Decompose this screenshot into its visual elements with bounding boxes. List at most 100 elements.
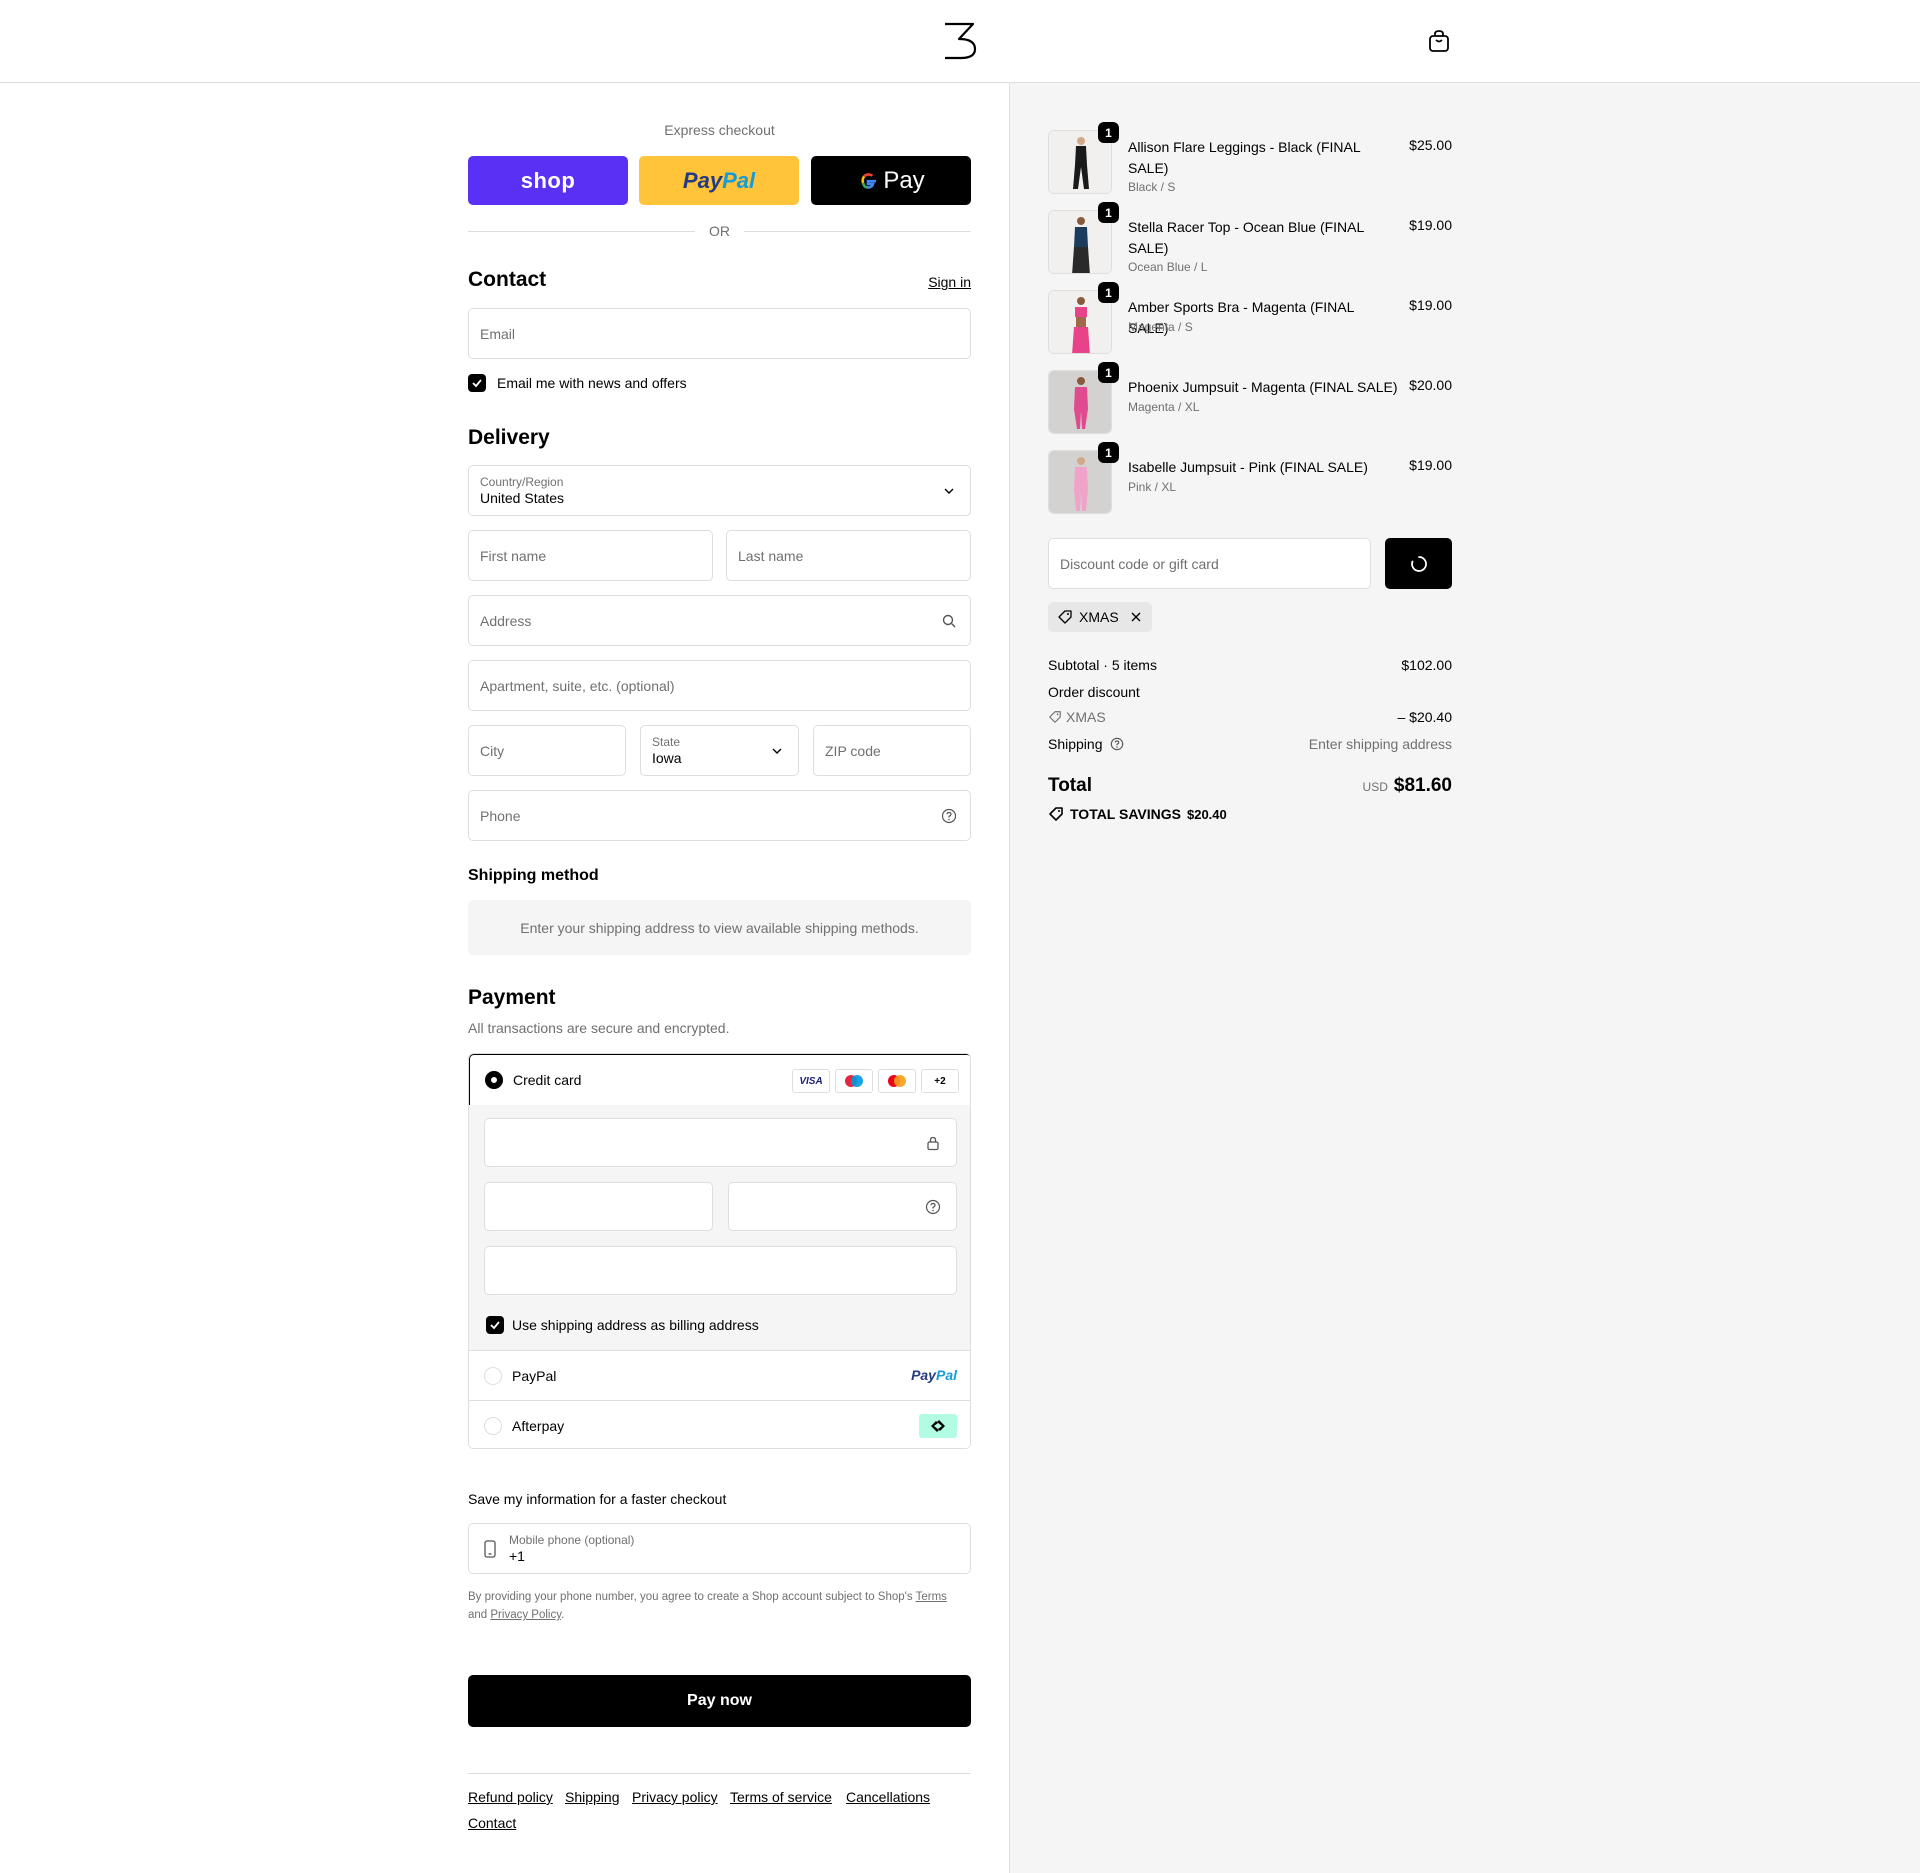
last-name-field[interactable]: Last name — [726, 530, 971, 581]
savings-label: TOTAL SAVINGS — [1070, 806, 1181, 822]
chevron-down-icon — [772, 748, 782, 754]
tag-icon — [1058, 610, 1072, 624]
header — [0, 0, 1920, 83]
quantity-badge: 1 — [1098, 442, 1119, 463]
applied-discount-chip: XMAS — [1048, 602, 1152, 632]
first-name-field[interactable]: First name — [468, 530, 713, 581]
item-variant: Black / S — [1128, 180, 1176, 194]
credit-card-radio[interactable] — [485, 1071, 503, 1089]
afterpay-option[interactable]: Afterpay — [469, 1400, 970, 1448]
currency-code: USD — [1362, 780, 1388, 794]
paypal-option[interactable]: PayPal PayPal — [469, 1350, 970, 1400]
quantity-badge: 1 — [1098, 362, 1119, 383]
more-cards-text: +2 — [934, 1075, 946, 1087]
privacy-policy-footer-link[interactable]: Privacy policy — [632, 1789, 718, 1805]
mobile-phone-field[interactable]: Mobile phone (optional) +1 — [468, 1523, 971, 1574]
apartment-field[interactable]: Apartment, suite, etc. (optional) — [468, 660, 971, 711]
terms-link[interactable]: Terms — [916, 1591, 947, 1603]
afterpay-logo-icon — [919, 1414, 957, 1438]
shipping-method-heading: Shipping method — [468, 867, 599, 884]
visa-icon: VISA — [792, 1069, 830, 1093]
shipping-policy-link[interactable]: Shipping — [565, 1789, 620, 1805]
google-pay-button[interactable]: Pay — [811, 156, 971, 205]
paypal-radio[interactable] — [484, 1367, 502, 1385]
discount-code-row: XMAS – $20.40 — [1048, 709, 1452, 725]
paypal-logo-icon: PayPal — [911, 1367, 957, 1383]
card-number-field[interactable] — [484, 1118, 957, 1167]
help-circle-icon[interactable] — [941, 808, 957, 824]
state-select[interactable]: State Iowa — [640, 725, 799, 776]
item-variant: Magenta / S — [1128, 320, 1193, 334]
privacy-policy-link[interactable]: Privacy Policy — [490, 1609, 561, 1621]
email-placeholder: Email — [480, 325, 516, 342]
phone-field[interactable]: Phone — [468, 790, 971, 841]
terms-of-service-link[interactable]: Terms of service — [730, 1789, 832, 1805]
paypal-logo-part-1: Pay — [682, 167, 723, 193]
tag-icon — [1049, 711, 1061, 723]
total-amount: USD $81.60 — [1363, 775, 1452, 797]
item-variant: Ocean Blue / L — [1128, 260, 1208, 274]
more-cards-badge: +2 — [921, 1069, 959, 1093]
shop-pay-button[interactable]: shop — [468, 156, 628, 205]
item-name: Allison Flare Leggings - Black (FINAL SA… — [1128, 139, 1361, 176]
paypal-logo-part-2: Pal — [722, 167, 756, 193]
loading-spinner-icon — [1410, 555, 1427, 572]
billing-checkbox[interactable] — [486, 1316, 504, 1334]
payment-subtitle: All transactions are secure and encrypte… — [468, 1020, 730, 1036]
save-info-heading: Save my information for a faster checkou… — [468, 1491, 727, 1507]
discount-code-field[interactable]: Discount code or gift card — [1048, 538, 1371, 589]
security-code-field[interactable] — [728, 1182, 957, 1231]
name-on-card-field[interactable] — [484, 1246, 957, 1295]
paypal-logo-text-1: Pay — [911, 1367, 936, 1383]
help-circle-icon[interactable] — [1110, 737, 1124, 751]
apartment-placeholder: Apartment, suite, etc. (optional) — [480, 677, 675, 694]
refund-policy-link[interactable]: Refund policy — [468, 1789, 553, 1805]
discount-code-label: XMAS — [1066, 709, 1106, 725]
legal-text: By providing your phone number, you agre… — [468, 1591, 913, 1603]
total-savings: TOTAL SAVINGS $20.40 — [1048, 806, 1227, 822]
visa-badge-text: VISA — [799, 1075, 823, 1087]
paypal-express-button[interactable]: Pay Pal — [639, 156, 799, 205]
address-placeholder: Address — [480, 612, 532, 629]
brand-logo-icon[interactable] — [939, 20, 981, 60]
credit-card-label: Credit card — [513, 1072, 582, 1088]
sign-in-link[interactable]: Sign in — [928, 274, 971, 290]
mobile-phone-value: +1 — [509, 1548, 525, 1564]
email-field[interactable]: Email — [468, 308, 971, 359]
or-divider: OR — [468, 222, 971, 240]
credit-card-option[interactable]: Credit card VISA +2 — [469, 1054, 970, 1106]
cancellations-link[interactable]: Cancellations — [846, 1789, 930, 1805]
country-value: United States — [480, 490, 565, 506]
delivery-heading: Delivery — [468, 426, 550, 449]
expiration-date-field[interactable] — [484, 1182, 713, 1231]
order-summary-panel — [1009, 83, 1920, 1873]
news-checkbox[interactable] — [468, 374, 486, 392]
country-label: Country/Region — [480, 475, 564, 489]
billing-checkbox-label[interactable]: Use shipping address as billing address — [512, 1317, 759, 1333]
apply-discount-button[interactable] — [1385, 538, 1452, 589]
address-field[interactable]: Address — [468, 595, 971, 646]
pay-now-button[interactable]: Pay now — [468, 1675, 971, 1727]
payment-heading: Payment — [468, 986, 556, 1009]
afterpay-radio[interactable] — [484, 1417, 502, 1435]
city-field[interactable]: City — [468, 725, 626, 776]
zip-field[interactable]: ZIP code — [813, 725, 971, 776]
checkmark-icon — [490, 1321, 500, 1330]
help-circle-icon[interactable] — [925, 1199, 941, 1215]
item-price: $19.00 — [1409, 297, 1452, 313]
afterpay-option-label: Afterpay — [512, 1418, 565, 1434]
google-g-icon — [861, 172, 877, 189]
discount-value: – $20.40 — [1397, 709, 1453, 725]
google-pay-label: Pay — [883, 166, 925, 194]
item-price: $25.00 — [1409, 137, 1452, 153]
legal-period: . — [561, 1609, 565, 1621]
item-variant: Pink / XL — [1128, 480, 1177, 494]
state-value: Iowa — [652, 750, 682, 766]
shopping-bag-icon[interactable] — [1428, 29, 1450, 53]
shipping-value: Enter shipping address — [1308, 736, 1452, 752]
close-icon[interactable] — [1129, 610, 1143, 624]
country-select[interactable]: Country/Region United States — [468, 465, 971, 516]
item-variant: Magenta / XL — [1128, 400, 1200, 414]
news-checkbox-label[interactable]: Email me with news and offers — [497, 375, 687, 391]
contact-footer-link[interactable]: Contact — [468, 1815, 516, 1831]
